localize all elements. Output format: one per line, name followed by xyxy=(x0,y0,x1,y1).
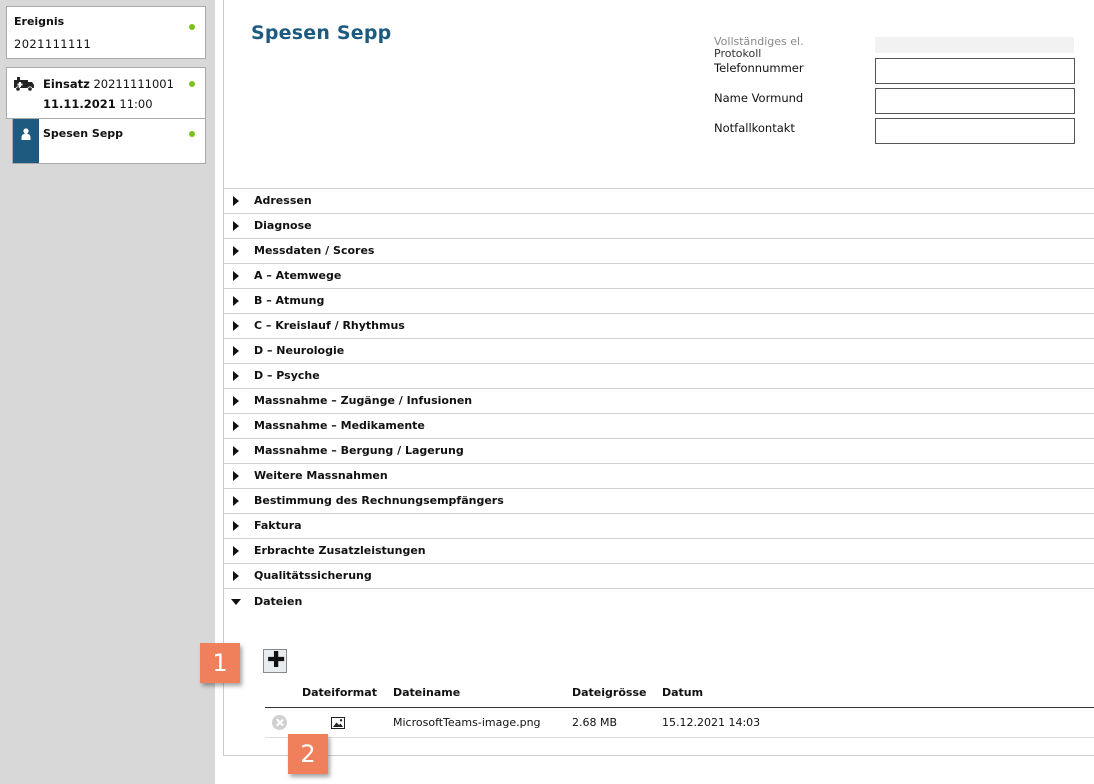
ambulance-icon xyxy=(14,77,34,92)
section-label: Bestimmung des Rechnungsempfängers xyxy=(254,494,504,507)
section-label: Massnahme – Bergung / Lagerung xyxy=(254,444,464,457)
section-label: Qualitätssicherung xyxy=(254,569,372,582)
section-label: Erbrachte Zusatzleistungen xyxy=(254,544,426,557)
table-row[interactable]: MicrosoftTeams-image.png 2.68 MB 15.12.2… xyxy=(265,709,1094,738)
section-label: Massnahme – Zugänge / Infusionen xyxy=(254,394,473,407)
column-dateiformat: Dateiformat xyxy=(302,686,377,699)
expand-icon xyxy=(233,221,239,231)
section-label: Faktura xyxy=(254,519,302,532)
section-atemwege[interactable]: A – Atemwege xyxy=(224,263,1094,288)
status-dot xyxy=(189,131,195,137)
case-navigation-panel: Ereignis 2021111111 Einsatz 20211111001 … xyxy=(0,0,215,784)
plus-icon: ✚ xyxy=(267,648,286,673)
expand-icon xyxy=(233,246,239,256)
section-label: Dateien xyxy=(254,595,303,608)
page-title: Spesen Sepp xyxy=(251,22,392,44)
section-kreislauf[interactable]: C – Kreislauf / Rhythmus xyxy=(224,313,1094,338)
file-date: 15.12.2021 14:03 xyxy=(662,716,761,729)
einsatz-datetime: 11.11.2021 11:00 xyxy=(43,97,153,111)
section-faktura[interactable]: Faktura xyxy=(224,513,1094,538)
add-file-button[interactable]: ✚ xyxy=(263,649,287,673)
section-neurologie[interactable]: D – Neurologie xyxy=(224,338,1094,363)
section-dateien[interactable]: Dateien xyxy=(224,588,1094,615)
section-label: A – Atemwege xyxy=(254,269,342,282)
expand-icon xyxy=(233,421,239,431)
section-psyche[interactable]: D – Psyche xyxy=(224,363,1094,388)
expand-icon xyxy=(233,196,239,206)
patient-detail-panel: Spesen Sepp Vollständiges el. Protokoll … xyxy=(223,0,1094,756)
section-label: Massnahme – Medikamente xyxy=(254,419,425,432)
einsatz-line: Einsatz 20211111001 xyxy=(43,77,174,91)
ereignis-title: Ereignis xyxy=(14,15,65,28)
patient-card[interactable]: Spesen Sepp xyxy=(12,118,206,164)
section-label: Diagnose xyxy=(254,219,312,232)
phone-label: Telefonnummer xyxy=(714,61,804,75)
section-label: D – Psyche xyxy=(254,369,320,382)
expand-icon xyxy=(233,371,239,381)
phone-input[interactable] xyxy=(875,58,1075,84)
patient-selected-stripe xyxy=(13,119,39,163)
einsatz-card[interactable]: Einsatz 20211111001 11.11.2021 11:00 xyxy=(6,67,206,119)
column-dateigroesse: Dateigrösse xyxy=(572,686,647,699)
section-qualitaetssicherung[interactable]: Qualitätssicherung xyxy=(224,563,1094,588)
files-table-header: Dateiformat Dateiname Dateigrösse Datum xyxy=(265,686,1094,708)
section-atmung[interactable]: B – Atmung xyxy=(224,288,1094,313)
section-label: D – Neurologie xyxy=(254,344,345,357)
expand-icon xyxy=(233,321,239,331)
expand-icon xyxy=(233,396,239,406)
person-icon xyxy=(21,128,31,140)
section-medikamente[interactable]: Massnahme – Medikamente xyxy=(224,413,1094,438)
guardian-input[interactable] xyxy=(875,88,1075,114)
einsatz-number: 20211111001 xyxy=(93,77,174,91)
section-diagnose[interactable]: Diagnose xyxy=(224,213,1094,238)
expand-icon xyxy=(233,496,239,506)
delete-file-icon[interactable] xyxy=(272,715,287,730)
section-bergung[interactable]: Massnahme – Bergung / Lagerung xyxy=(224,438,1094,463)
column-dateiname: Dateiname xyxy=(393,686,461,699)
patient-name: Spesen Sepp xyxy=(43,127,124,140)
einsatz-date: 11.11.2021 xyxy=(43,97,116,111)
expand-icon xyxy=(233,296,239,306)
emergency-contact-input[interactable] xyxy=(875,118,1075,144)
expand-icon xyxy=(233,271,239,281)
column-datum: Datum xyxy=(662,686,704,699)
file-size: 2.68 MB xyxy=(572,716,618,729)
status-dot xyxy=(189,81,195,87)
section-messdaten[interactable]: Messdaten / Scores xyxy=(224,238,1094,263)
ereignis-card[interactable]: Ereignis 2021111111 xyxy=(6,6,206,59)
guardian-label: Name Vormund xyxy=(714,91,804,105)
emergency-contact-label: Notfallkontakt xyxy=(714,121,795,135)
section-label: Weitere Massnahmen xyxy=(254,469,388,482)
file-name[interactable]: MicrosoftTeams-image.png xyxy=(393,716,541,729)
section-list: Adressen Diagnose Messdaten / Scores A –… xyxy=(224,188,1094,615)
expand-icon xyxy=(233,571,239,581)
einsatz-time: 11:00 xyxy=(119,97,153,111)
expand-icon xyxy=(233,446,239,456)
expand-icon xyxy=(233,346,239,356)
protocol-field-label: Vollständiges el. Protokoll xyxy=(714,36,804,60)
collapse-icon xyxy=(231,599,241,605)
section-rechnungsempfaenger[interactable]: Bestimmung des Rechnungsempfängers xyxy=(224,488,1094,513)
status-dot xyxy=(189,24,195,30)
expand-icon xyxy=(233,521,239,531)
section-zugaenge[interactable]: Massnahme – Zugänge / Infusionen xyxy=(224,388,1094,413)
section-label: Messdaten / Scores xyxy=(254,244,375,257)
section-zusatzleistungen[interactable]: Erbrachte Zusatzleistungen xyxy=(224,538,1094,563)
expand-icon xyxy=(233,471,239,481)
protocol-label-line-2: Protokoll xyxy=(714,47,762,60)
section-label: C – Kreislauf / Rhythmus xyxy=(254,319,405,332)
section-label: Adressen xyxy=(254,194,312,207)
einsatz-label: Einsatz xyxy=(43,77,90,91)
protocol-field[interactable] xyxy=(875,37,1074,53)
expand-icon xyxy=(233,546,239,556)
callout-badge-2: 2 xyxy=(288,734,328,774)
section-label: B – Atmung xyxy=(254,294,325,307)
callout-badge-1: 1 xyxy=(200,643,240,683)
ereignis-number: 2021111111 xyxy=(14,37,92,51)
section-weitere-massnahmen[interactable]: Weitere Massnahmen xyxy=(224,463,1094,488)
section-adressen[interactable]: Adressen xyxy=(224,188,1094,213)
image-icon xyxy=(331,717,345,729)
